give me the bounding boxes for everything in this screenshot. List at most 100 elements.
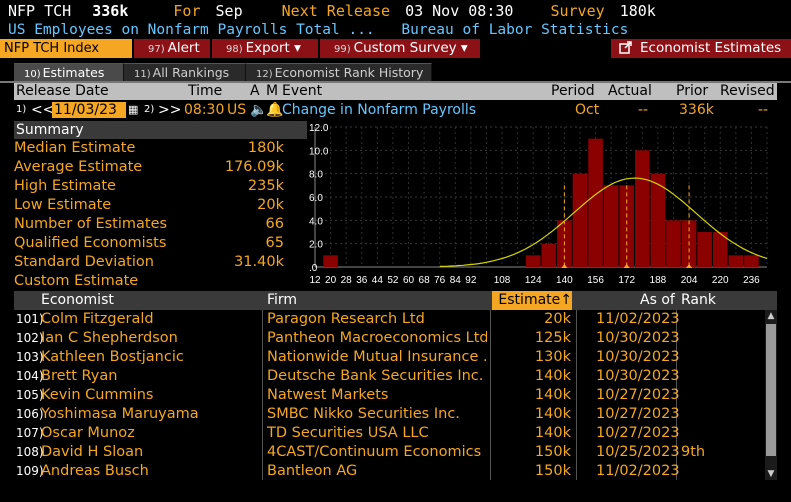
scrollbar-thumb[interactable] (766, 324, 776, 456)
release-header-row: Release Date Time A M Event Period Actua… (14, 83, 777, 100)
economist-estimates-button[interactable]: Economist Estimates (611, 39, 791, 58)
speaker-icon[interactable]: 🔈 (250, 101, 267, 119)
estimate-value: 125k (534, 330, 571, 346)
next-release-label: Next Release (281, 2, 391, 20)
row-number: 106) (16, 407, 44, 421)
summary-title: Summary (14, 121, 307, 139)
calendar-icon[interactable]: ▦ (128, 101, 138, 119)
release-actual: -- (638, 102, 649, 118)
summary-row: High Estimate 235k (14, 177, 284, 196)
summary-value: 65 (265, 235, 284, 251)
summary-row: Average Estimate 176.09k (14, 158, 284, 177)
as-of-header[interactable]: As of (640, 291, 675, 310)
x-tick-label: 124 (525, 275, 542, 286)
table-row[interactable]: 107) Oscar Munoz TD Securities USA LLC 140k… (14, 424, 777, 443)
survey-label: Survey (550, 2, 605, 20)
external-link-icon (619, 41, 632, 54)
as-of-date: 10/25/2023 (596, 444, 680, 460)
x-tick-label: 20 (325, 275, 337, 286)
tab-estimates[interactable]: 10) Estimates (14, 63, 124, 81)
economist-name: Andreas Busch (41, 463, 149, 479)
tab-label: All Rankings (152, 65, 230, 80)
estimate-value: 140k (534, 368, 571, 384)
custom-survey-button[interactable]: 99) Custom Survey ▾ (320, 39, 480, 58)
release-row: 1) << 11/03/23 ▦ 2) >> 08:30 US 🔈 🔔 Chan… (14, 101, 777, 119)
histogram-bar (744, 255, 759, 267)
table-row[interactable]: 105) Kevin Cummins Natwest Markets 140k 10/2… (14, 386, 777, 405)
histogram-bar (572, 173, 588, 267)
summary-row[interactable]: Custom Estimate (14, 272, 284, 291)
estimate-value: 150k (534, 444, 571, 460)
next-release-value: 03 Nov 08:30 (405, 2, 514, 20)
summary-label: Qualified Economists (14, 235, 167, 251)
event-header: Event (282, 83, 323, 99)
next-release-button[interactable]: >> (158, 101, 181, 119)
x-tick-label: 60 (403, 275, 415, 286)
y-tick-label: 2.0 (309, 240, 323, 251)
survey-value: 180k (619, 2, 656, 20)
scroll-up-icon[interactable]: ▲ (765, 310, 777, 322)
index-tag[interactable]: NFP TCH Index (0, 39, 132, 58)
rank-header[interactable]: Rank (681, 291, 716, 310)
alert-button[interactable]: 97) Alert (134, 39, 210, 58)
release-date-input[interactable]: 11/03/23 (52, 102, 126, 118)
scroll-down-icon[interactable]: ▼ (765, 468, 777, 480)
summary-row: Standard Deviation 31.40k (14, 253, 284, 272)
description-text: US Employees on Nonfarm Payrolls Total .… (8, 22, 375, 38)
table-row[interactable]: 106) Yoshimasa Maruyama SMBC Nikko Securit… (14, 405, 777, 424)
y-tick-label: 4.0 (309, 216, 323, 227)
as-of-date: 10/30/2023 (596, 368, 680, 384)
tab-all-rankings[interactable]: 11) All Rankings (124, 63, 246, 81)
bell-icon[interactable]: 🔔 (266, 101, 283, 119)
revised-header: Revised (720, 83, 775, 99)
table-row[interactable]: 101) Colm Fitzgerald Paragon Research Ltd 2… (14, 310, 777, 329)
summary-row: Number of Estimates 66 (14, 215, 284, 234)
tab-economist-rank-history[interactable]: 12) Economist Rank History (246, 63, 432, 81)
toolbar: NFP TCH Index 97) Alert 98) Export ▾ 99) Cu… (0, 39, 791, 58)
summary-label: Standard Deviation (14, 254, 154, 270)
firm-header[interactable]: Firm (267, 291, 297, 310)
table-row[interactable]: 109) Andreas Busch Bantleon AG 150k 11/02/20… (14, 462, 777, 481)
table-scrollbar[interactable]: ▲ ▼ (765, 310, 777, 480)
summary-value: 20k (257, 197, 284, 213)
table-row[interactable]: 102) Ian C Shepherdson Pantheon Macroecono… (14, 329, 777, 348)
firm-name: TD Securities USA LLC (267, 425, 429, 441)
x-tick-label: 76 (434, 275, 446, 286)
estimate-value: 130k (534, 349, 571, 365)
prev-release-button[interactable]: << (31, 101, 54, 119)
firm-name: Deutsche Bank Securities Inc. (267, 368, 484, 384)
row-number: 108) (16, 445, 44, 459)
release-date-header: Release Date (16, 83, 109, 99)
tab-key: 12) (256, 69, 273, 80)
release-revised: -- (758, 102, 769, 118)
for-value: Sep (215, 2, 243, 20)
firm-name: Nationwide Mutual Insurance ... (267, 349, 487, 365)
firm-name: 4CAST/Continuum Economics (267, 444, 482, 460)
summary-label: Median Estimate (14, 140, 136, 156)
estimates-table-header: Economist Firm Estimate↑ As of Rank (14, 291, 777, 310)
summary-label: Low Estimate (14, 197, 112, 213)
histogram-bar (588, 138, 603, 267)
x-tick-label: 172 (618, 275, 635, 286)
histogram-bar (697, 232, 712, 267)
as-of-date: 10/27/2023 (596, 425, 680, 441)
as-of-date: 10/27/2023 (596, 387, 680, 403)
economist-header[interactable]: Economist (41, 291, 114, 310)
economist-estimates-label: Economist Estimates (640, 40, 782, 56)
table-row[interactable]: 104) Brett Ryan Deutsche Bank Securities I… (14, 367, 777, 386)
event-link[interactable]: Change in Nonfarm Payrolls (282, 101, 476, 119)
m-header: M (266, 83, 279, 99)
table-row[interactable]: 103) Kathleen Bostjancic Nationwide Mutual… (14, 348, 777, 367)
release-period: Oct (575, 102, 600, 118)
x-tick-label: 84 (450, 275, 462, 286)
as-of-date: 11/02/2023 (596, 463, 680, 479)
export-button[interactable]: 98) Export ▾ (212, 39, 318, 58)
histogram-bar (728, 255, 744, 267)
next-key: 2) (144, 104, 155, 115)
custom-survey-label: Custom Survey ▾ (353, 40, 468, 56)
economist-name: Colm Fitzgerald (41, 311, 154, 327)
custom-survey-key: 99) (334, 44, 351, 55)
estimate-header[interactable]: Estimate↑ (492, 291, 572, 310)
summary-row: Qualified Economists 65 (14, 234, 284, 253)
table-row[interactable]: 108) David H Sloan 4CAST/Continuum Economi… (14, 443, 777, 462)
